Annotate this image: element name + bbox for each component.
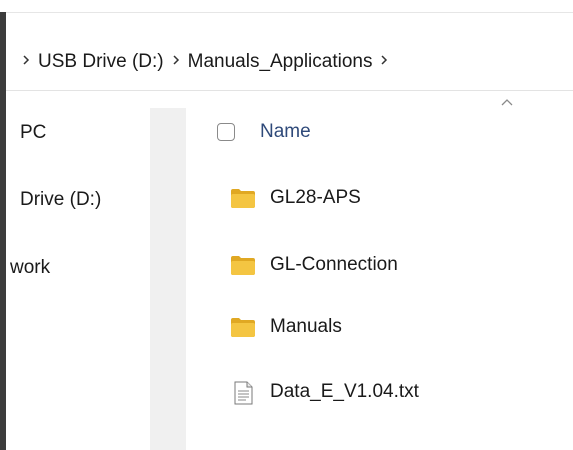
chevron-right-icon[interactable] [169,53,183,69]
file-name: Data_E_V1.04.txt [270,381,419,402]
chevron-right-icon[interactable] [377,53,391,69]
folder-icon [230,316,256,338]
breadcrumb-item-manuals-applications[interactable]: Manuals_Applications [188,51,373,73]
file-name: GL-Connection [270,254,398,275]
nav-item-network[interactable]: work [10,257,50,279]
list-item[interactable]: Manuals [230,312,342,342]
navigation-pane: PC Drive (D:) work [6,91,150,450]
chevron-right-icon[interactable] [19,53,33,69]
select-all-checkbox[interactable] [217,123,235,141]
breadcrumb: USB Drive (D:) Manuals_Applications [14,51,396,73]
list-item[interactable]: GL-Connection [230,250,398,280]
column-header-name[interactable]: Name [260,121,311,143]
file-name: Manuals [270,316,342,337]
address-bar[interactable]: USB Drive (D:) Manuals_Applications [6,13,573,91]
nav-item-drive-d[interactable]: Drive (D:) [20,189,101,211]
window-top-strip [0,0,573,13]
pane-splitter[interactable] [150,108,186,450]
file-list: Name GL28-APS GL-Connection Manuals Data… [186,91,573,450]
file-name: GL28-APS [270,187,361,208]
list-item[interactable]: Data_E_V1.04.txt [230,377,419,407]
nav-item-pc[interactable]: PC [20,122,46,144]
list-item[interactable]: GL28-APS [230,183,361,213]
folder-icon [230,254,256,276]
sort-ascending-icon [501,99,513,106]
folder-icon [230,187,256,209]
text-file-icon [230,381,256,405]
breadcrumb-item-usb-drive[interactable]: USB Drive (D:) [38,51,164,73]
